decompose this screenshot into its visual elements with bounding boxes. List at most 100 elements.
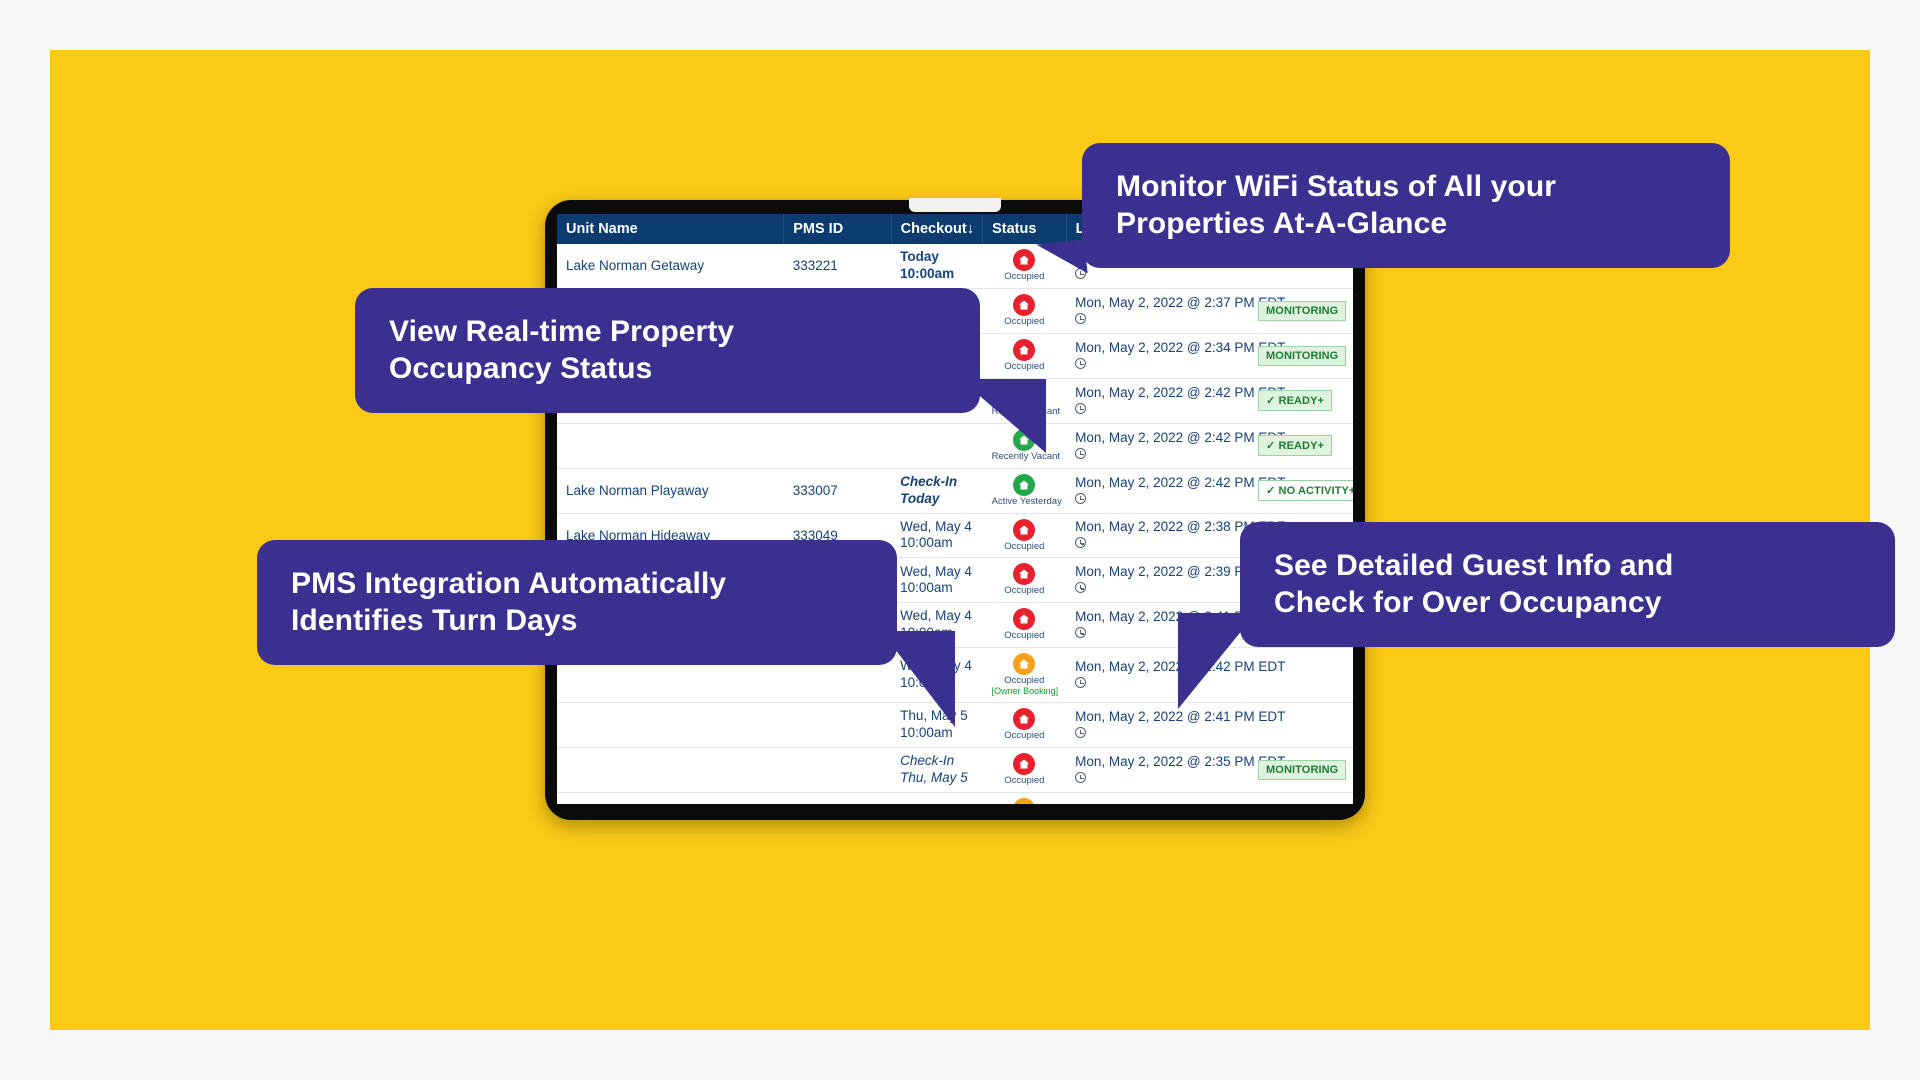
clock-icon xyxy=(1075,677,1087,689)
last-seen-timestamp: Mon, May 2, 2022 @ 2:37 PM EDT xyxy=(1075,294,1286,310)
cell-pms-id xyxy=(783,423,892,469)
table-row[interactable]: Check-In Thu, May 5 Occupied Mon, May 2, 20… xyxy=(557,747,1353,793)
column-header-pms-id[interactable]: PMS ID xyxy=(783,214,892,244)
status-label: Occupied xyxy=(1004,315,1045,327)
cell-status: Occupied xyxy=(982,747,1067,793)
cell-unit-name[interactable] xyxy=(557,423,784,469)
status-sub-label: [Owner Booking] xyxy=(991,686,1059,697)
status-label: Occupied xyxy=(1004,540,1045,552)
last-seen-timestamp: Mon, May 2, 2022 @ 2:42 PM EDT xyxy=(1075,384,1286,400)
cell-pms-id: 440032 xyxy=(783,792,892,804)
callout-occupancy-tail xyxy=(960,379,1046,454)
checkout-line-1: Wed, May 4 xyxy=(900,608,972,624)
table-row[interactable]: Recently Vacant Mon, May 2, 2022 @ 2:42 P… xyxy=(557,423,1353,469)
status-badge[interactable]: ✓ READY+ xyxy=(1258,390,1333,412)
cell-pms-id xyxy=(783,702,892,749)
cell-last-seen: Mon, May 2, 2022 @ 2:41 PM EDT xyxy=(1066,792,1285,804)
cell-checkout: Check-InThu, May 5 xyxy=(891,792,983,804)
clock-icon xyxy=(1075,771,1087,783)
callout-pms-line1: PMS Integration Automatically xyxy=(291,567,727,600)
checkout-line-2: Today xyxy=(900,490,940,506)
checkout-line-1: Today xyxy=(900,249,939,265)
cell-unit-name[interactable]: Ringneck xyxy=(557,792,784,804)
status-label: Occupied xyxy=(1004,585,1045,597)
checkout-line-1: Wed, May 4 xyxy=(900,563,972,579)
cell-status: Occupied xyxy=(982,602,1067,649)
table-row[interactable]: Ringneck440032Check-InThu, May 5Occupied… xyxy=(557,792,1353,804)
clock-icon xyxy=(1075,312,1087,324)
occupied-red-home-icon xyxy=(1013,608,1036,631)
column-header-unit-name[interactable]: Unit Name xyxy=(557,214,785,244)
callout-guest-line1: See Detailed Guest Info and xyxy=(1274,549,1674,582)
cell-status: Occupied xyxy=(982,557,1067,604)
clock-icon xyxy=(1075,627,1087,639)
cell-checkout: Wed, May 4 10:00am xyxy=(891,557,983,604)
status-badge[interactable]: MONITORING xyxy=(1258,345,1347,366)
occupied-red-home-icon xyxy=(1013,518,1036,541)
cell-last-seen: Mon, May 2, 2022 @ 2:35 PM EDT xyxy=(1066,747,1285,793)
cell-unit-name[interactable]: Lake Norman Getaway xyxy=(557,244,784,289)
column-header-checkout[interactable]: Checkout↓ xyxy=(891,214,984,244)
cell-last-seen: Mon, May 2, 2022 @ 2:34 PM EDT xyxy=(1066,333,1286,379)
status-label: Occupied xyxy=(1004,360,1045,372)
cell-pms-id xyxy=(783,747,892,793)
status-badge[interactable]: ✓ NO ACTIVITY+ xyxy=(1258,480,1353,502)
clock-icon xyxy=(1075,492,1087,504)
cell-checkout: Today 10:00am xyxy=(891,244,983,289)
status-badge[interactable]: MONITORING xyxy=(1258,300,1347,321)
callout-occupancy-line1: View Real-time Property xyxy=(389,315,735,348)
tablet-notch xyxy=(909,198,1001,212)
cell-status: Occupied xyxy=(982,513,1067,559)
clock-icon xyxy=(1075,727,1087,739)
clock-icon xyxy=(1075,537,1087,549)
clock-icon xyxy=(1075,447,1087,459)
cell-unit-name[interactable]: Lake Norman Playaway xyxy=(557,468,784,514)
last-seen-timestamp: Mon, May 2, 2022 @ 2:38 PM EDT xyxy=(1075,519,1286,535)
sort-arrow-icon[interactable]: ↓ xyxy=(967,221,974,237)
last-seen-timestamp: Mon, May 2, 2022 @ 2:42 PM EDT xyxy=(1075,429,1286,445)
last-seen-timestamp: Mon, May 2, 2022 @ 2:34 PM EDT xyxy=(1075,339,1286,355)
checkout-line-1: Check-In xyxy=(900,753,955,769)
clock-icon xyxy=(1075,357,1087,369)
callout-wifi-line1: Monitor WiFi Status of All your xyxy=(1116,170,1557,203)
cell-unit-name[interactable] xyxy=(557,702,784,749)
column-header-status[interactable]: Status xyxy=(982,214,1067,244)
occupied-red-home-icon xyxy=(1013,563,1036,586)
cell-status: Occupied[Owner Booking] xyxy=(982,647,1067,704)
cell-checkout: Wed, May 4 10:00am xyxy=(891,513,983,559)
callout-wifi-tail xyxy=(1036,239,1088,279)
cell-status: Occupied xyxy=(982,333,1067,379)
cell-checkout: Check-InThu, May 5 xyxy=(891,747,983,793)
poster-stage: Unit Name PMS ID Checkout↓ Status Last S… xyxy=(0,0,1920,1080)
cell-status: Occupied xyxy=(982,702,1067,749)
occupied-red-home-icon xyxy=(1013,753,1036,776)
cell-status-badge xyxy=(1249,647,1353,704)
last-seen-timestamp: Mon, May 2, 2022 @ 2:39 PM EDT xyxy=(1075,564,1286,580)
cell-last-seen: Mon, May 2, 2022 @ 2:42 PM EDT xyxy=(1066,423,1286,469)
status-label: Occupied xyxy=(1004,775,1045,787)
status-badge[interactable]: ✓ READY+ xyxy=(1258,435,1333,457)
occupied-red-home-icon xyxy=(1013,293,1036,316)
cell-last-seen: Mon, May 2, 2022 @ 2:39 PM EDT xyxy=(1066,557,1286,604)
last-seen-timestamp: Mon, May 2, 2022 @ 2:41 PM EDT xyxy=(1075,709,1286,725)
callout-wifi-line2: Properties At-A-Glance xyxy=(1116,206,1448,240)
checkout-line-2: Thu, May 5 xyxy=(900,769,968,785)
cell-last-seen: Mon, May 2, 2022 @ 2:41 PM EDT xyxy=(1066,702,1286,749)
active-green-home-icon xyxy=(1013,473,1036,496)
checkout-line-1: Check-In xyxy=(900,473,958,489)
callout-occupancy-line2: Occupancy Status xyxy=(389,351,653,385)
cell-status: Occupied[Owner Booking] xyxy=(982,792,1067,804)
clock-icon xyxy=(1075,582,1087,594)
status-badge[interactable]: MONITORING xyxy=(1258,759,1347,780)
cell-pms-id: 333007 xyxy=(783,468,892,514)
owner-orange-home-icon xyxy=(1013,797,1036,804)
callout-guest-line2: Check for Over Occupancy xyxy=(1274,585,1662,619)
cell-last-seen: Mon, May 2, 2022 @ 2:42 PM EDT xyxy=(1066,378,1286,424)
cell-unit-name[interactable] xyxy=(557,747,784,793)
callout-pms-tail xyxy=(881,631,955,728)
cell-checkout: Check-In Today xyxy=(891,468,983,514)
occupied-red-home-icon xyxy=(1013,708,1036,731)
table-row[interactable]: Lake Norman Playaway 333007 Check-In Today A… xyxy=(557,468,1353,514)
status-label: Recently Vacant xyxy=(991,450,1061,462)
checkout-line-1: Wed, May 4 xyxy=(900,518,972,534)
